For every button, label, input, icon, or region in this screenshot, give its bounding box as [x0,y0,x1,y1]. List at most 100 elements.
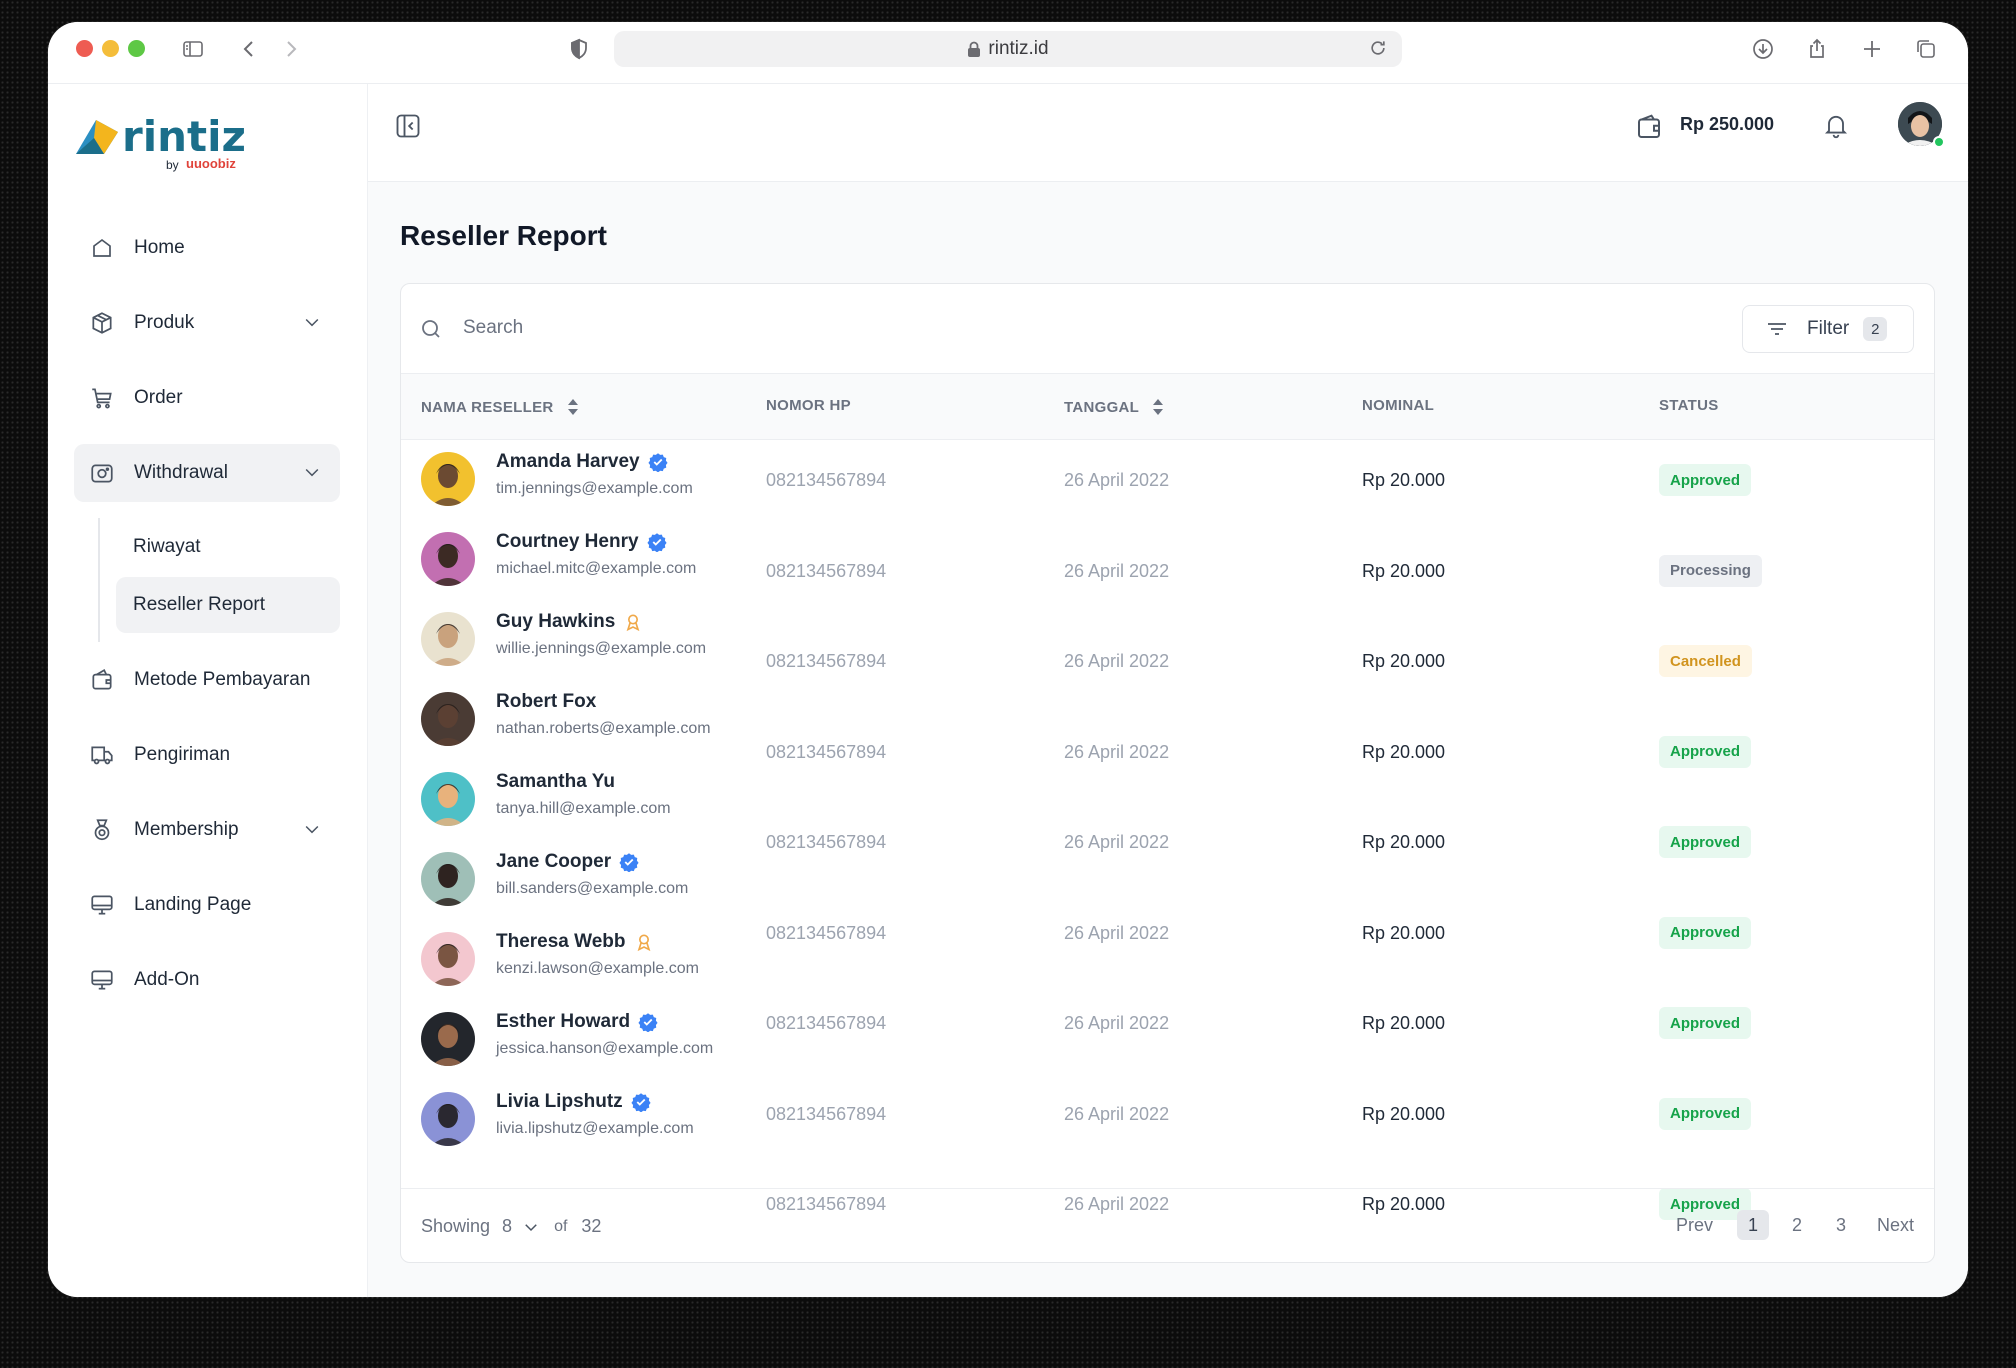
logo-wordmark: rintiz [122,112,246,161]
phone-number: 082134567894 [766,560,887,581]
reseller-name[interactable]: Guy Hawkins [496,611,643,633]
maximize-window-button[interactable] [128,40,145,57]
nominal-cell: Rp 20.000 [1362,741,1446,762]
main-content: Rp 250.000 Reseller Report Filte [368,84,1968,1297]
reseller-avatar [421,932,475,986]
tabs-overview-icon[interactable] [1911,34,1941,64]
reseller-avatar [421,692,475,746]
app-topbar: Rp 250.000 [368,84,1968,182]
reseller-name-text: Guy Hawkins [496,611,616,632]
lock-icon [967,41,981,57]
column-header-label: STATUS [1659,397,1719,414]
column-header-nomor-hp: NOMOR HP [766,397,851,414]
reseller-email: jessica.hanson@example.com [496,1040,714,1057]
pagination: Prev 1 2 3 Next [1676,1210,1914,1240]
privacy-shield-icon[interactable] [564,34,594,64]
reload-icon[interactable] [1368,38,1388,58]
phone-number: 082134567894 [766,651,887,671]
close-window-button[interactable] [76,40,93,57]
monitor-icon [88,891,116,919]
chevron-down-icon[interactable] [302,819,322,839]
column-header-nama-reseller[interactable]: NAMA RESELLER [421,397,580,417]
sidebar-item-membership[interactable]: Membership [74,801,340,859]
sidebar-toggle-icon[interactable] [178,34,208,64]
table-header: NAMA RESELLER NOMOR HP TANGGAL NOMINAL S… [401,374,1934,440]
reseller-avatar [421,1092,475,1146]
minimize-window-button[interactable] [102,40,119,57]
prev-page-button[interactable]: Prev [1676,1210,1713,1240]
brand-logo[interactable]: rintiz by uuoobiz [74,112,249,174]
phone-number: 082134567894 [766,832,887,852]
reseller-name[interactable]: Samantha Yu [496,771,615,793]
reseller-name-text: Courtney Henry [496,531,639,552]
home-icon [88,234,116,262]
column-header-label: NAMA RESELLER [421,398,554,416]
status-badge: Approved [1659,1007,1752,1039]
sidebar-item-add-on[interactable]: Add-On [74,951,340,1009]
award-badge-icon [634,932,654,952]
nominal-cell: Rp 20.000 [1362,1013,1446,1033]
column-header-tanggal[interactable]: TANGGAL [1064,397,1165,417]
address-bar[interactable]: rintiz.id [614,31,1402,67]
column-header-status: STATUS [1659,397,1719,414]
reseller-name[interactable]: Robert Fox [496,691,596,713]
sidebar-item-label: Metode Pembayaran [134,669,311,690]
forward-arrow-icon[interactable] [276,34,306,64]
next-page-button[interactable]: Next [1877,1210,1914,1240]
table-toolbar: Filter 2 [401,284,1934,374]
sidebar-item-withdrawal[interactable]: Withdrawal [74,444,340,502]
search-input[interactable] [463,308,1363,348]
search-icon [419,317,443,341]
reseller-name[interactable]: Courtney Henry [496,531,667,553]
date-cell: 26 April 2022 [1064,832,1170,852]
nominal-cell: Rp 20.000 [1362,470,1446,490]
share-icon[interactable] [1802,34,1832,64]
status-badge: Processing [1659,554,1762,587]
sort-icon[interactable] [566,397,580,417]
reseller-email: nathan.roberts@example.com [496,720,711,737]
reseller-avatar [421,532,475,586]
reseller-name[interactable]: Esther Howard [496,1011,658,1033]
reseller-avatar [421,772,475,826]
sidebar-subitem-riwayat[interactable]: Riwayat [116,519,340,575]
chevron-down-icon[interactable] [302,462,322,482]
page-button-2[interactable]: 2 [1781,1210,1813,1240]
page-button-3[interactable]: 3 [1825,1210,1857,1240]
status-badge: Approved [1659,826,1752,858]
reseller-name[interactable]: Amanda Harvey [496,451,668,473]
chevron-down-icon[interactable] [302,312,322,332]
sidebar-item-pengiriman[interactable]: Pengiriman [74,726,340,784]
sidebar-subitem-reseller-report[interactable]: Reseller Report [116,577,340,633]
nominal-cell: Rp 20.000 [1362,922,1446,943]
filter-label: Filter [1807,318,1850,339]
sidebar-item-label: Membership [134,819,239,840]
back-arrow-icon[interactable] [234,34,264,64]
sidebar-item-metode-pembayaran[interactable]: Metode Pembayaran [74,651,340,709]
browser-toolbar: rintiz.id [48,22,1968,84]
logo-mark-icon [76,120,118,154]
status-badge: Approved [1659,735,1752,768]
showing-label: Showing [421,1216,491,1236]
filter-button[interactable]: Filter 2 [1742,305,1914,353]
sidebar-item-produk[interactable]: Produk [74,294,340,352]
sort-icon[interactable] [1151,397,1165,417]
sidebar-item-landing-page[interactable]: Landing Page [74,876,340,934]
download-icon[interactable] [1748,34,1778,64]
wallet-balance-icon[interactable] [1634,112,1664,142]
reseller-name[interactable]: Jane Cooper [496,851,639,873]
of-label: of [554,1217,568,1235]
page-size-select[interactable]: 8 [502,1216,540,1237]
reseller-name[interactable]: Theresa Webb [496,931,654,953]
status-badge: Approved [1659,916,1752,949]
new-tab-icon[interactable] [1857,34,1887,64]
bell-icon[interactable] [1822,111,1850,139]
date-cell: 26 April 2022 [1064,922,1170,943]
phone-number: 082134567894 [766,1013,887,1033]
sidebar-item-order[interactable]: Order [74,369,340,427]
collapse-sidebar-icon[interactable] [394,112,422,140]
page-button-1[interactable]: 1 [1736,1210,1769,1240]
sidebar-item-label: Order [134,387,183,408]
sidebar-item-home[interactable]: Home [74,219,340,277]
award-badge-icon [623,612,643,632]
reseller-name[interactable]: Livia Lipshutz [496,1091,651,1113]
